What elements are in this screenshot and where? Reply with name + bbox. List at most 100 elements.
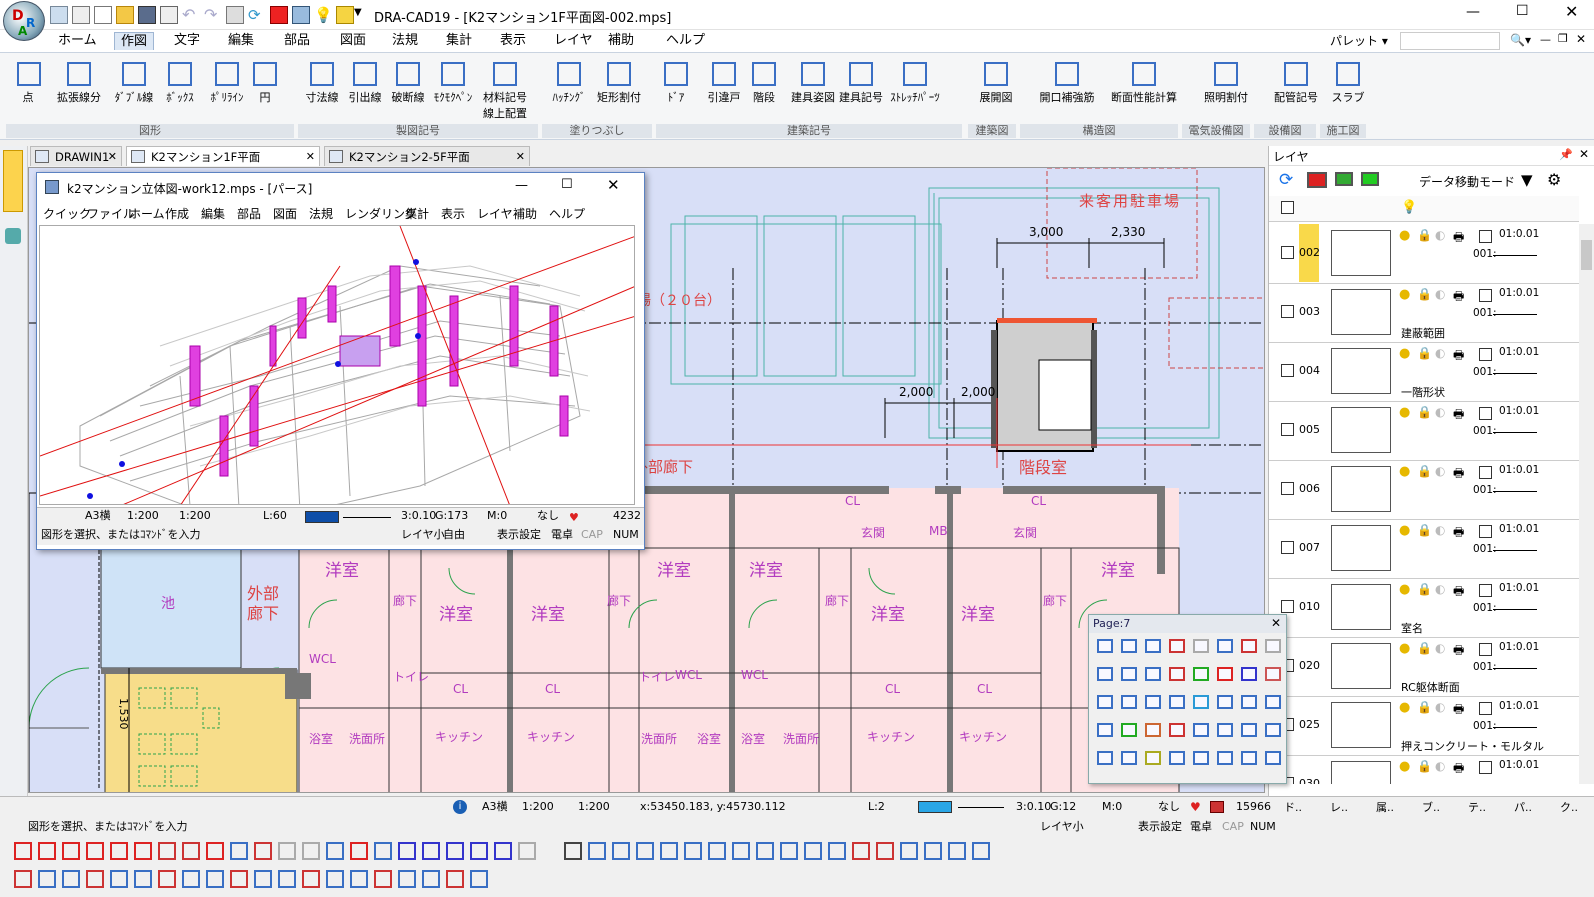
mode-setting[interactable]: M:0 bbox=[1102, 799, 1122, 815]
layer-option-checkbox[interactable] bbox=[1479, 407, 1492, 420]
ribbon-button-21[interactable]: 断面性能計算 bbox=[1098, 57, 1190, 119]
monitor-green-icon[interactable] bbox=[1361, 172, 1379, 186]
print-icon[interactable]: 🖶 bbox=[1453, 287, 1464, 308]
toolbar-tool-icon[interactable] bbox=[14, 870, 32, 888]
palette-tool-icon[interactable] bbox=[1217, 667, 1233, 681]
visible-bulb-icon[interactable]: ● bbox=[1399, 405, 1410, 420]
redo-icon[interactable]: ↷ bbox=[204, 6, 222, 24]
visible-bulb-icon[interactable]: ● bbox=[1399, 759, 1410, 774]
palette-tool-icon[interactable] bbox=[1193, 751, 1209, 765]
ribbon-button-3[interactable]: ﾎﾞｯｸｽ bbox=[160, 57, 200, 119]
toolbar-tool-icon[interactable] bbox=[182, 842, 200, 860]
palette-tool-icon[interactable] bbox=[1193, 639, 1209, 653]
print-icon[interactable]: 🖶 bbox=[1453, 582, 1464, 603]
toolbar-tool-icon[interactable] bbox=[900, 842, 918, 860]
persp-layer-small[interactable]: レイヤ小 bbox=[401, 527, 445, 543]
ribbon-button-24[interactable]: スラブ bbox=[1328, 57, 1368, 119]
page-palette-close-icon[interactable]: ✕ bbox=[1271, 616, 1281, 630]
gear-icon[interactable]: ⚙ bbox=[1547, 170, 1561, 189]
persp-menu-item[interactable]: レイヤ bbox=[477, 205, 513, 222]
layer-option-checkbox[interactable] bbox=[1479, 761, 1492, 774]
toolbar-tool-icon[interactable] bbox=[422, 842, 440, 860]
toolbar-tool-icon[interactable] bbox=[374, 870, 392, 888]
toolbar-tool-icon[interactable] bbox=[564, 842, 582, 860]
toolbar-tool-icon[interactable] bbox=[158, 842, 176, 860]
layer-option-checkbox[interactable] bbox=[1479, 348, 1492, 361]
toolbar-tool-icon[interactable] bbox=[350, 870, 368, 888]
palette-tool-icon[interactable] bbox=[1265, 695, 1281, 709]
stop-icon[interactable] bbox=[270, 6, 288, 24]
layout-icon[interactable] bbox=[72, 6, 90, 24]
print-icon[interactable]: 🖶 bbox=[1453, 228, 1464, 249]
persp-menu-item[interactable]: 集計 bbox=[405, 205, 429, 222]
ribbon-button-18[interactable]: ｽﾄﾚｯﾁﾊﾟｰﾂ bbox=[880, 57, 950, 119]
palette-tool-icon[interactable] bbox=[1097, 751, 1113, 765]
print-icon[interactable]: 🖶 bbox=[1453, 405, 1464, 426]
layer-option-checkbox[interactable] bbox=[1479, 466, 1492, 479]
filter-icon[interactable]: ▼ bbox=[1521, 171, 1533, 189]
persp-close-button[interactable]: ✕ bbox=[607, 176, 620, 194]
current-layer[interactable]: L:2 bbox=[868, 799, 885, 815]
layer-thumbnail[interactable] bbox=[1331, 289, 1391, 335]
layer-option-checkbox[interactable] bbox=[1479, 289, 1492, 302]
toolbar-tool-icon[interactable] bbox=[828, 842, 846, 860]
toolbar-tool-icon[interactable] bbox=[134, 842, 152, 860]
toolbar-tool-icon[interactable] bbox=[350, 842, 368, 860]
persp-menu-item[interactable]: 表示 bbox=[441, 205, 465, 222]
perspective-window[interactable]: k2マンション立体図-work12.mps - [パース] — ☐ ✕ クイック… bbox=[36, 172, 645, 550]
print-icon[interactable]: 🖶 bbox=[1453, 641, 1464, 662]
toolbar-tool-icon[interactable] bbox=[708, 842, 726, 860]
persp-menu-item[interactable]: 編集 bbox=[201, 205, 225, 222]
panel-tab[interactable]: ク.. bbox=[1560, 799, 1578, 815]
toolbar-tool-icon[interactable] bbox=[948, 842, 966, 860]
mdi-minimize-button[interactable]: — bbox=[1540, 33, 1551, 46]
lock-icon[interactable]: 🔒 bbox=[1417, 405, 1432, 419]
persp-free[interactable]: 自由 bbox=[443, 527, 465, 543]
palette-tool-icon[interactable] bbox=[1193, 723, 1209, 737]
layer-name[interactable]: 室名 bbox=[1401, 620, 1423, 636]
layer-checkbox[interactable] bbox=[1281, 423, 1294, 436]
palette-tool-icon[interactable] bbox=[1265, 667, 1281, 681]
toolbar-tool-icon[interactable] bbox=[38, 870, 56, 888]
visible-bulb-icon[interactable]: ● bbox=[1399, 700, 1410, 715]
ribbon-button-15[interactable]: 階段 bbox=[746, 57, 782, 119]
ribbon-button-2[interactable]: ﾀﾞﾌﾞﾙ線 bbox=[106, 57, 162, 119]
layer-row[interactable]: 006 ● 🔒 ◐ 🖶 01:0.01 001: bbox=[1269, 460, 1579, 520]
panel-tab[interactable]: パ.. bbox=[1514, 799, 1532, 815]
persp-menu-item[interactable]: ファイル bbox=[87, 205, 135, 222]
ribbon-button-5[interactable]: 円 bbox=[250, 57, 280, 119]
toolbar-tool-icon[interactable] bbox=[470, 842, 488, 860]
search-icon[interactable]: 🔍▾ bbox=[1510, 33, 1531, 47]
layer-thumbnail[interactable] bbox=[1331, 702, 1391, 748]
palette-tool-icon[interactable] bbox=[1241, 667, 1257, 681]
display-settings-button[interactable]: 表示設定 bbox=[1138, 819, 1182, 835]
persp-color-swatch[interactable] bbox=[305, 511, 339, 523]
paper-size[interactable]: A3横 bbox=[482, 799, 508, 815]
persp-pin-icon[interactable]: ♥ bbox=[569, 511, 579, 524]
lock-icon[interactable]: 🔒 bbox=[1417, 346, 1432, 360]
persp-menu-item[interactable]: 法規 bbox=[309, 205, 333, 222]
persp-paper-size[interactable]: A3横 bbox=[85, 508, 111, 524]
layer-option-checkbox[interactable] bbox=[1479, 230, 1492, 243]
layer-row[interactable]: 002 ● 🔒 ◐ 🖶 01:0.01 001: bbox=[1269, 224, 1579, 284]
palette-tool-icon[interactable] bbox=[1169, 723, 1185, 737]
lock-icon[interactable]: 🔒 bbox=[1417, 523, 1432, 537]
menu-3[interactable]: 編集 bbox=[222, 32, 260, 50]
persp-menu-item[interactable]: 部品 bbox=[237, 205, 261, 222]
layer-thumbnail[interactable] bbox=[1331, 525, 1391, 571]
lock-icon[interactable]: 🔒 bbox=[1417, 582, 1432, 596]
toolbar-tool-icon[interactable] bbox=[134, 870, 152, 888]
scale-1[interactable]: 1:200 bbox=[522, 799, 554, 815]
layer-thumbnail[interactable] bbox=[1331, 643, 1391, 689]
ribbon-button-4[interactable]: ﾎﾟﾘﾗｲﾝ bbox=[204, 57, 250, 119]
layer-row[interactable]: 005 ● 🔒 ◐ 🖶 01:0.01 001: bbox=[1269, 401, 1579, 461]
print-icon[interactable]: 🖶 bbox=[1453, 700, 1464, 721]
menu-10[interactable]: 補助 bbox=[602, 32, 640, 50]
visible-bulb-icon[interactable]: ● bbox=[1399, 346, 1410, 361]
palette-tool-icon[interactable] bbox=[1265, 723, 1281, 737]
layer-checkbox[interactable] bbox=[1281, 246, 1294, 259]
lock-icon[interactable]: 🔒 bbox=[1417, 759, 1432, 773]
palette-dropdown[interactable]: パレット ▾ bbox=[1330, 32, 1388, 49]
layer-name[interactable]: 押えコンクリート・モルタル bbox=[1401, 738, 1544, 754]
toolbar-tool-icon[interactable] bbox=[756, 842, 774, 860]
